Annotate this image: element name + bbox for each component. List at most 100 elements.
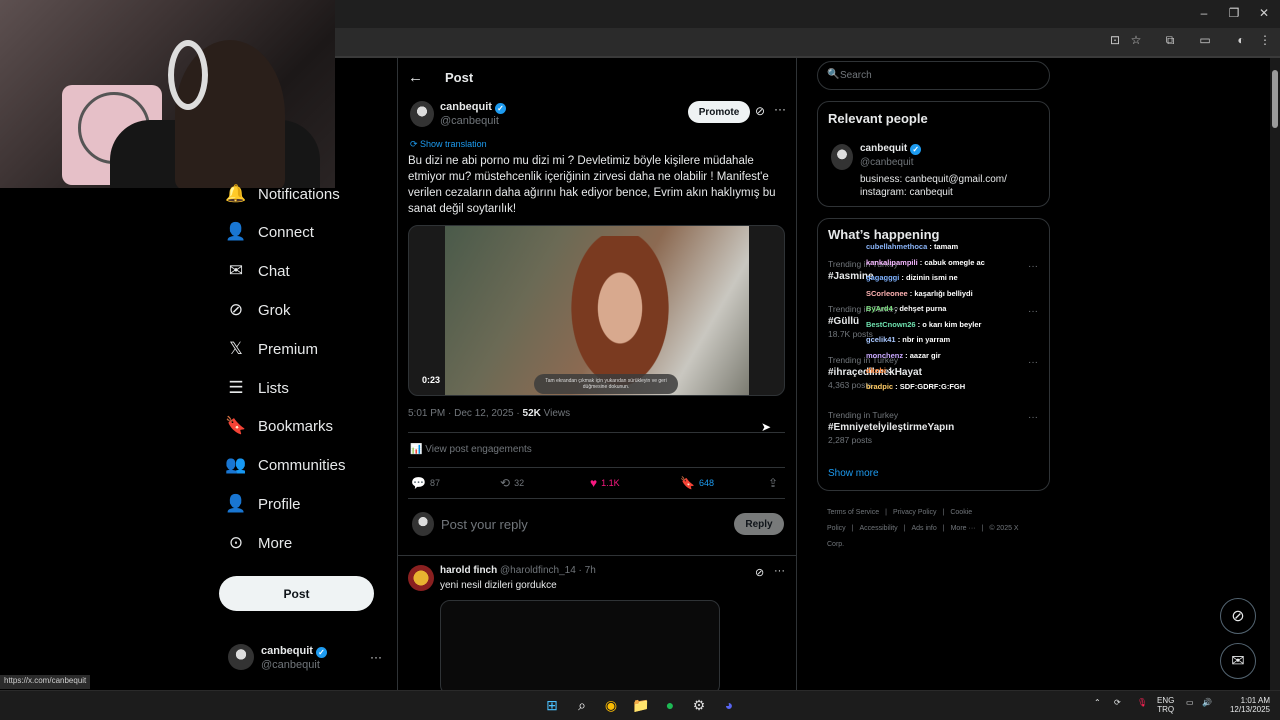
like-action[interactable]: ♥ 1.1K [590, 476, 620, 490]
grok-icon[interactable]: ⊘ [755, 104, 765, 118]
avatar[interactable] [410, 101, 434, 127]
nav-item-communities[interactable]: 👥 Communities [225, 453, 345, 477]
nav-item-bookmarks[interactable]: 🔖 Bookmarks [225, 414, 333, 438]
nav-item-lists[interactable]: ☰ Lists [226, 376, 288, 400]
chat-text: : SDF:GDRF:G:FGH [893, 381, 966, 391]
footer-link[interactable]: More ··· [951, 525, 976, 532]
more-options-icon[interactable]: ··· [774, 102, 786, 116]
reply-tweet[interactable]: harold finch @haroldfinch_14 · 7h yeni n… [408, 564, 788, 695]
nav-item-grok[interactable]: ⊘ Grok [226, 298, 291, 322]
volume-icon[interactable]: 🔊 [1202, 698, 1212, 707]
nav-item-notifications[interactable]: 🔔 Notifications [225, 182, 339, 206]
post-timestamp[interactable]: 5:01 PM · Dec 12, 2025 · [408, 408, 523, 419]
footer-link[interactable]: Privacy Policy [893, 509, 937, 516]
trend-more-icon[interactable]: ··· [1028, 412, 1038, 423]
windows-start-icon[interactable]: ⊞ [542, 695, 562, 715]
profile-avatar-icon[interactable]: ◐ [1232, 33, 1250, 47]
chat-message: bradpic : SDF:GDRF:G:FGH [866, 382, 1046, 398]
nav-item-profile[interactable]: 👤 Profile [225, 492, 301, 516]
reply-input[interactable]: Post your reply [441, 517, 528, 532]
scroll-thumb[interactable] [1272, 70, 1278, 128]
language-1: ENG [1157, 696, 1175, 705]
show-translation-link[interactable]: ⟳ Show translation [410, 139, 487, 150]
scrollbar[interactable] [1270, 58, 1280, 690]
nav-item-more[interactable]: ⊙ More [226, 531, 292, 555]
chat-message: monchenz : aazar gir [866, 351, 1046, 367]
nav-item-connect[interactable]: 👤 Connect [225, 220, 313, 244]
file-explorer-icon[interactable]: 📁 [631, 695, 651, 715]
relevant-name[interactable]: canbequit [860, 143, 907, 154]
bookmark-icon: 🔖 [225, 416, 247, 435]
translate-icon: ⟳ [410, 139, 421, 149]
nav-item-label: Chat [258, 262, 290, 280]
author-name-row[interactable]: canbequit ✓ [440, 101, 506, 114]
post-button[interactable]: Post [219, 576, 374, 611]
bio-line: instagram: canbequit [860, 187, 953, 198]
network-sync-icon[interactable]: ⟳ [1114, 698, 1121, 707]
tray-chevron-icon[interactable]: ⌃ [1094, 698, 1101, 707]
search-input[interactable]: Search [840, 70, 872, 81]
spotify-icon[interactable]: ● [660, 695, 680, 715]
account-more-icon[interactable]: ··· [370, 650, 382, 664]
view-engagements-link[interactable]: 📊 View post engagements [410, 444, 532, 455]
repost-action[interactable]: ⟲ 32 [500, 476, 524, 490]
chrome-icon[interactable]: ◉ [601, 695, 621, 715]
discord-icon[interactable]: ◕ [719, 695, 739, 715]
search-icon[interactable]: ⌕ [572, 695, 592, 715]
avatar[interactable] [831, 144, 853, 170]
reply-button[interactable]: Reply [734, 513, 784, 535]
mouse-cursor-icon: ➤ [761, 420, 772, 434]
reply-count: 87 [429, 478, 440, 488]
split-view-icon[interactable]: ▭ [1196, 33, 1214, 47]
relevant-handle[interactable]: @canbequit [860, 157, 914, 168]
chat-message: ByArd4 : dehşet purna [866, 304, 1046, 320]
clock[interactable]: 1:01 AM 12/13/2025 [1226, 696, 1270, 714]
messages-fab-icon[interactable]: ✉ [1220, 643, 1256, 679]
grok-fab-icon[interactable]: ⊘ [1220, 598, 1256, 634]
footer-link[interactable]: Terms of Service [827, 509, 879, 516]
more-options-icon[interactable]: ··· [774, 565, 785, 577]
author-handle[interactable]: @canbequit [440, 115, 499, 127]
nav-item-chat[interactable]: ✉ Chat [226, 259, 290, 283]
post-video[interactable]: 0:23 Tam ekrandan çıkmak için yukarıdan … [408, 225, 785, 396]
address-bar[interactable] [335, 30, 1095, 54]
relevant-people-title: Relevant people [828, 111, 928, 126]
author-name[interactable]: canbequit [440, 101, 492, 113]
chat-username: gcelik41 [866, 335, 896, 344]
reply-action[interactable]: 💬 87 [411, 476, 440, 490]
monitor-icon[interactable]: ▭ [1186, 698, 1194, 707]
restore-icon[interactable]: ❐ [1224, 6, 1244, 20]
comment-media[interactable] [440, 600, 720, 695]
share-action[interactable]: ⇪ [768, 476, 782, 490]
search-box[interactable]: 🔍 Search [817, 61, 1050, 90]
extensions-icon[interactable]: ⧉ [1161, 33, 1179, 48]
steam-icon[interactable]: ⚙ [689, 695, 709, 715]
comment-author[interactable]: harold finch [440, 565, 497, 576]
nav-item-label: Profile [258, 495, 301, 513]
close-icon[interactable]: ✕ [1254, 6, 1274, 20]
minimize-icon[interactable]: – [1194, 6, 1214, 20]
account-switcher[interactable]: canbequit ✓ @canbequit ··· [228, 644, 388, 674]
avatar[interactable] [408, 565, 434, 591]
relevant-name-row[interactable]: canbequit ✓ [860, 143, 922, 155]
video-duration: 0:23 [422, 375, 441, 385]
trend-item[interactable]: Trending in Turkey #EmniyeteİyileştirmeYa… [828, 410, 1038, 445]
install-app-icon[interactable]: ⊡ [1106, 33, 1124, 47]
footer-link[interactable]: Ads info [911, 525, 936, 532]
grok-icon[interactable]: ⊘ [755, 566, 764, 579]
video-frame [445, 226, 749, 395]
browser-menu-icon[interactable]: ⋮ [1256, 33, 1274, 47]
views-count: 52K [522, 408, 541, 419]
language-indicator[interactable]: ENG TRQ [1157, 696, 1174, 714]
comment-author-row[interactable]: harold finch @haroldfinch_14 · 7h [440, 565, 596, 576]
show-more-link[interactable]: Show more [828, 468, 879, 479]
footer-link[interactable]: Accessibility [860, 525, 898, 532]
bookmark-action[interactable]: 🔖 648 [680, 476, 714, 490]
microphone-icon[interactable]: 🎙 [1137, 698, 1147, 707]
account-handle: @canbequit [261, 659, 320, 671]
nav-item-premium[interactable]: 𝕏 Premium [226, 337, 318, 361]
bookmark-star-icon[interactable]: ☆ [1127, 33, 1145, 47]
post-header: ← Post [408, 67, 473, 87]
promote-button[interactable]: Promote [688, 101, 750, 123]
back-arrow-icon[interactable]: ← [408, 69, 423, 86]
